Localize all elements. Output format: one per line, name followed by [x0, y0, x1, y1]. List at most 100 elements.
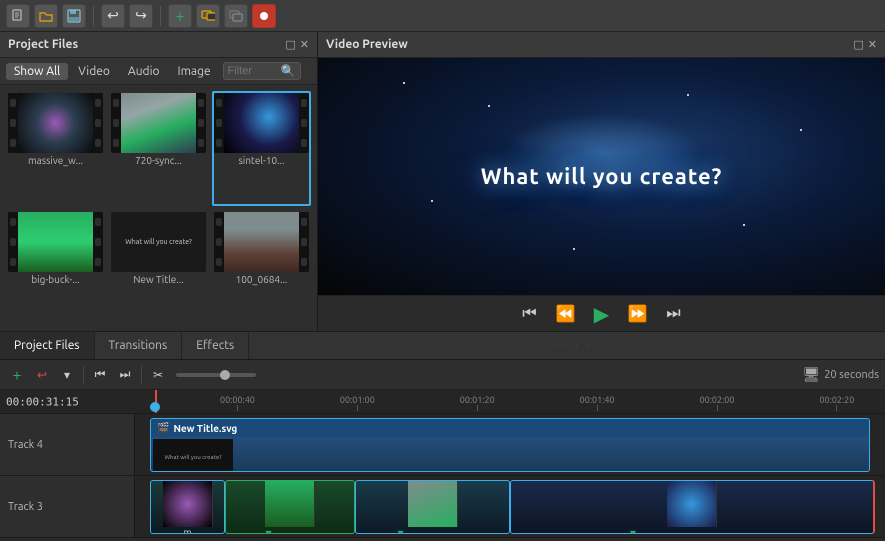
- slider-track[interactable]: [176, 373, 256, 377]
- tl-add-button[interactable]: +: [6, 364, 28, 386]
- left-panel: Project Files □ ✕ Show All Video Audio I…: [0, 32, 318, 331]
- tl-jump-start-button[interactable]: ⏮: [89, 364, 111, 386]
- tl-undo-button[interactable]: ↩: [31, 364, 53, 386]
- video-clip-3c[interactable]: ▼ 720-sync.mp4: [355, 480, 510, 534]
- video-clip-3d[interactable]: ▼ sintel-1024-surround.mp4: [510, 480, 875, 534]
- clip-3b-info: ▼ big-buck-: [262, 527, 319, 534]
- preview-header-icons: □ ✕: [853, 38, 877, 51]
- timeline-ruler[interactable]: 00:00:31:15 00:00:40 00:01:00 00:01:20 0…: [0, 390, 885, 414]
- track-label-3: Track 3: [0, 476, 135, 537]
- tab-video[interactable]: Video: [70, 63, 118, 80]
- tab-show-all[interactable]: Show All: [6, 63, 68, 80]
- star-7: [573, 248, 575, 250]
- tl-sep-1: [83, 366, 84, 384]
- media-label-bedroom: 100_0684...: [214, 272, 309, 287]
- tab-drag-handle: · · · · ·: [249, 332, 885, 359]
- export-button[interactable]: [224, 4, 248, 28]
- preview-header: Video Preview □ ✕: [318, 32, 885, 58]
- star-1: [403, 82, 405, 84]
- media-label-space: sintel-10...: [214, 153, 309, 168]
- track-row-3: Track 3 m ▼ big-buck-: [0, 476, 885, 538]
- media-item-bedroom[interactable]: 100_0684...: [212, 210, 311, 325]
- title-clip[interactable]: 🎬 New Title.svg What will you create?: [150, 418, 870, 472]
- new-button[interactable]: [6, 4, 30, 28]
- track-label-4: Track 4: [0, 414, 135, 475]
- open-button[interactable]: [34, 4, 58, 28]
- tracks-area: Track 4 🎬 New Title.svg What will you cr…: [0, 414, 885, 541]
- video-clip-3b[interactable]: ▼ big-buck-: [225, 480, 355, 534]
- undo-button[interactable]: ↩: [101, 4, 125, 28]
- clip-body-title: What will you create?: [151, 437, 869, 471]
- media-item-road[interactable]: 720-sync...: [109, 91, 208, 206]
- toolbar-separator-2: [160, 6, 161, 26]
- tl-razor-button[interactable]: ✂: [147, 364, 169, 386]
- panel-header-icons: □ ✕: [285, 38, 309, 51]
- tl-filter-button[interactable]: ▾: [56, 364, 78, 386]
- media-item-space[interactable]: sintel-10...: [212, 91, 311, 206]
- forward-end-button[interactable]: ⏭: [660, 300, 688, 328]
- media-label-galaxy: massive_w...: [8, 153, 103, 168]
- media-item-title[interactable]: What will you create? New Title...: [109, 210, 208, 325]
- timeline-section: Project Files Transitions Effects · · · …: [0, 331, 885, 541]
- redo-button[interactable]: ↪: [129, 4, 153, 28]
- panel-float-icon[interactable]: □: [285, 38, 295, 51]
- media-thumb-nature: [8, 212, 103, 272]
- tab-image[interactable]: Image: [170, 63, 219, 80]
- preview-text: What will you create?: [481, 164, 723, 189]
- clip-thumb-3b: [265, 481, 315, 527]
- media-thumb-bedroom: [214, 212, 309, 272]
- preview-title: Video Preview: [326, 38, 408, 51]
- title-clip-thumb: What will you create?: [153, 439, 233, 471]
- import-button[interactable]: [196, 4, 220, 28]
- drag-dots: · · · · ·: [543, 340, 591, 351]
- video-clip-3a[interactable]: m: [150, 480, 225, 534]
- timeline-tabs: Project Files Transitions Effects · · · …: [0, 332, 885, 360]
- clip-thumb-3d: [667, 481, 717, 527]
- media-thumb-galaxy: [8, 93, 103, 153]
- play-button[interactable]: ▶: [588, 300, 616, 328]
- title-clip-preview-text: What will you create?: [165, 454, 222, 461]
- zoom-slider: [176, 373, 256, 377]
- panel-close-icon[interactable]: ✕: [300, 38, 309, 51]
- media-item-nature[interactable]: big-buck-...: [6, 210, 105, 325]
- main-area: Project Files □ ✕ Show All Video Audio I…: [0, 32, 885, 331]
- fast-forward-button[interactable]: ⏩: [624, 300, 652, 328]
- timeline-toolbar: + ↩ ▾ ⏮ ⏭ ✂ 🖥 20 seconds: [0, 360, 885, 390]
- record-button[interactable]: [252, 4, 276, 28]
- clip-3d-info: ▼ sintel-1024-surround.mp4: [626, 527, 758, 534]
- preview-float-icon[interactable]: □: [853, 38, 863, 51]
- clip-title-icon: 🎬: [157, 422, 169, 434]
- rewind-button[interactable]: ⏪: [552, 300, 580, 328]
- media-thumb-title: What will you create?: [111, 212, 206, 272]
- toolbar-separator-1: [93, 6, 94, 26]
- tab-effects[interactable]: Effects: [182, 332, 249, 359]
- media-thumb-space: [214, 93, 309, 153]
- filter-input[interactable]: [228, 65, 278, 77]
- slider-thumb[interactable]: [220, 370, 230, 380]
- filter-search-icon: 🔍: [281, 64, 296, 78]
- waveform-icon-3b: ▼: [266, 529, 313, 534]
- media-item-galaxy[interactable]: massive_w...: [6, 91, 105, 206]
- ruler-inner: 00:00:40 00:01:00 00:01:20 00:01:40 00:0…: [0, 390, 885, 411]
- media-label-road: 720-sync...: [111, 153, 206, 168]
- tl-jump-end-button[interactable]: ⏭: [114, 364, 136, 386]
- media-label-nature: big-buck-...: [8, 272, 103, 287]
- tab-audio[interactable]: Audio: [120, 63, 168, 80]
- media-label-title: New Title...: [111, 272, 206, 287]
- cursor-head[interactable]: [150, 402, 160, 412]
- tab-transitions[interactable]: Transitions: [95, 332, 183, 359]
- clip-header-title: 🎬 New Title.svg: [151, 419, 869, 437]
- tl-sep-2: [141, 366, 142, 384]
- save-button[interactable]: [62, 4, 86, 28]
- track-content-3[interactable]: m ▼ big-buck- ▼ 720-s: [135, 476, 885, 537]
- tab-project-files[interactable]: Project Files: [0, 332, 95, 359]
- rewind-start-button[interactable]: ⏮: [516, 300, 544, 328]
- track-content-4[interactable]: 🎬 New Title.svg What will you create?: [135, 414, 885, 475]
- zoom-seconds: 20 seconds: [824, 369, 879, 381]
- project-files-header: Project Files □ ✕: [0, 32, 317, 58]
- media-thumb-road: [111, 93, 206, 153]
- main-toolbar: ↩ ↪ +: [0, 0, 885, 32]
- preview-close-icon[interactable]: ✕: [868, 38, 877, 51]
- add-button[interactable]: +: [168, 4, 192, 28]
- monitor-icon: 🖥: [802, 366, 820, 383]
